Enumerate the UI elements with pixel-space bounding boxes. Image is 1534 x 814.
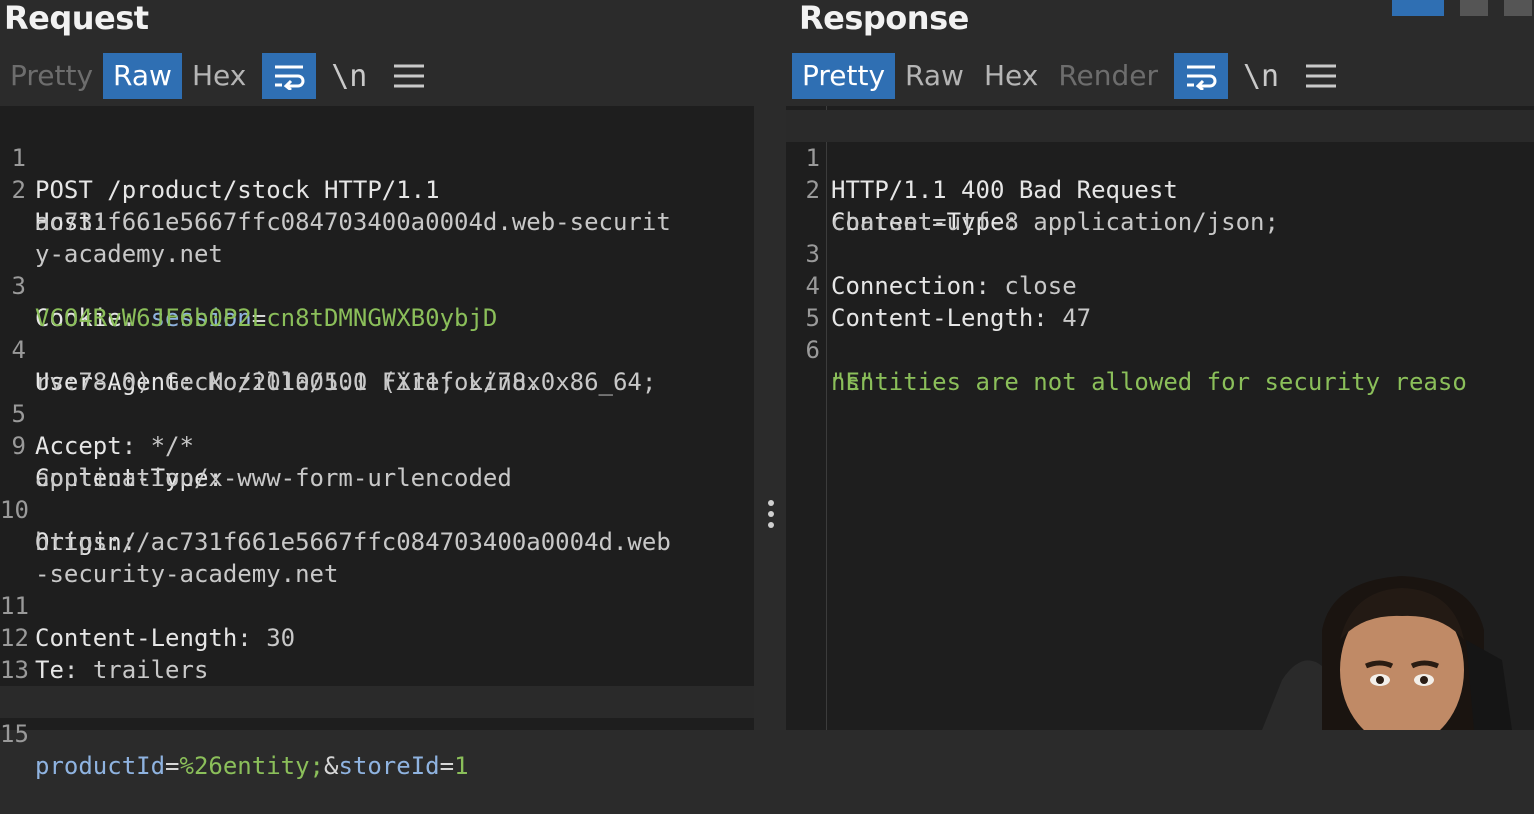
- hamburger-glyph: [394, 64, 425, 88]
- request-line: 3 Cookie: session=: [0, 238, 754, 332]
- request-line: 5 Accept: */*: [0, 366, 754, 460]
- pane-divider[interactable]: [756, 106, 786, 730]
- body-param-value: 1: [454, 752, 469, 780]
- request-pane: Request Pretty Raw Hex \n 1 POST /produc…: [0, 0, 756, 780]
- response-title: Response: [799, 0, 969, 37]
- response-line: 4 Content-Length: 47: [786, 238, 1534, 332]
- request-line: ac731f661e5667ffc084703400a0004d.web-sec…: [0, 174, 754, 236]
- request-line: 11 Content-Length: 30: [0, 558, 754, 652]
- request-line: VCO4RvW6JF6b0P2Lcn8tDMNGWXB0ybjD: [0, 270, 754, 332]
- tab-response-raw[interactable]: Raw: [895, 53, 974, 99]
- layout-split-vertical-icon[interactable]: [1460, 0, 1488, 16]
- request-line: 1 POST /product/stock HTTP/1.1: [0, 110, 754, 204]
- hamburger-glyph: [1306, 64, 1336, 88]
- body-equals: =: [439, 752, 455, 780]
- presenter-image: [1262, 576, 1512, 730]
- newline-toggle-icon[interactable]: \n: [1234, 53, 1288, 99]
- layout-split-horizontal-icon[interactable]: [1392, 0, 1444, 16]
- layout-buttons: [1392, 0, 1534, 18]
- tab-request-pretty[interactable]: Pretty: [0, 53, 103, 99]
- dots-glyph: [768, 500, 774, 528]
- request-title: Request: [4, 0, 149, 37]
- vertical-dots-handle-icon[interactable]: [766, 498, 776, 532]
- line-number: 15: [0, 720, 29, 748]
- request-line: https://ac731f661e5667ffc084703400a0004d…: [0, 494, 754, 556]
- request-body-line: 15 productId=%26entity;&storeId=1: [0, 686, 754, 780]
- tab-request-hex[interactable]: Hex: [182, 53, 256, 99]
- request-line: -security-academy.net: [0, 526, 754, 588]
- response-pane: Response Pretty Raw Hex Render \n 1 HTTP…: [786, 0, 1534, 730]
- tab-response-render[interactable]: Render: [1048, 53, 1168, 99]
- request-toolbar: Pretty Raw Hex \n: [0, 53, 436, 99]
- tab-response-pretty[interactable]: Pretty: [792, 53, 896, 99]
- request-line: 10 Origin:: [0, 462, 754, 556]
- request-line: 14: [0, 654, 754, 716]
- body-ampersand: &: [324, 752, 339, 780]
- request-line: 13 Connection: close: [0, 622, 754, 716]
- body-param-name: storeId: [338, 752, 440, 780]
- response-line: 6 "Entities are not allowed for security…: [786, 302, 1534, 396]
- response-body-text: ns": [831, 368, 875, 396]
- wrap-lines-icon[interactable]: [262, 53, 317, 99]
- newline-toggle-icon[interactable]: \n: [322, 53, 376, 99]
- response-line: ns": [786, 334, 1534, 396]
- hamburger-menu-icon[interactable]: [382, 53, 436, 99]
- response-body-text: "Entities are not allowed for security r…: [831, 368, 1467, 396]
- response-toolbar: Pretty Raw Hex Render \n: [792, 53, 1348, 99]
- request-editor[interactable]: 1 POST /product/stock HTTP/1.1 2 Host: a…: [0, 106, 754, 780]
- request-line: y-academy.net: [0, 206, 754, 268]
- request-line: application/x-www-form-urlencoded: [0, 430, 754, 492]
- response-editor[interactable]: 1 HTTP/1.1 400 Bad Request 2 Content-Typ…: [786, 106, 1534, 730]
- response-line: 5: [786, 270, 1534, 332]
- body-equals: =: [165, 752, 180, 780]
- webcam-overlay: [1262, 570, 1534, 730]
- request-line: rv:78.0) Gecko/20100101 Firefox/78.0: [0, 334, 754, 396]
- layout-tabs-icon[interactable]: [1504, 0, 1532, 16]
- body-param-value: %26entity;: [179, 752, 325, 780]
- response-line: 3 Connection: close: [786, 206, 1534, 300]
- tab-response-hex[interactable]: Hex: [974, 53, 1048, 99]
- response-line: 1 HTTP/1.1 400 Bad Request: [786, 110, 1534, 204]
- tab-request-raw[interactable]: Raw: [103, 53, 182, 99]
- hamburger-menu-icon[interactable]: [1294, 53, 1348, 99]
- request-line: 9 Content-Type:: [0, 398, 754, 492]
- request-line: 12 Te: trailers: [0, 590, 754, 684]
- body-param-name: productId: [35, 752, 166, 780]
- wrap-lines-glyph: [1187, 65, 1217, 90]
- response-line: 2 Content-Type: application/json;: [786, 142, 1534, 236]
- response-line: charset=utf-8: [786, 174, 1534, 236]
- request-line: 4 User-Agent: Mozilla/5.0 (X11; Linux x8…: [0, 302, 754, 396]
- request-line: 2 Host:: [0, 142, 754, 236]
- wrap-lines-glyph: [275, 65, 305, 90]
- wrap-lines-icon[interactable]: [1174, 53, 1228, 99]
